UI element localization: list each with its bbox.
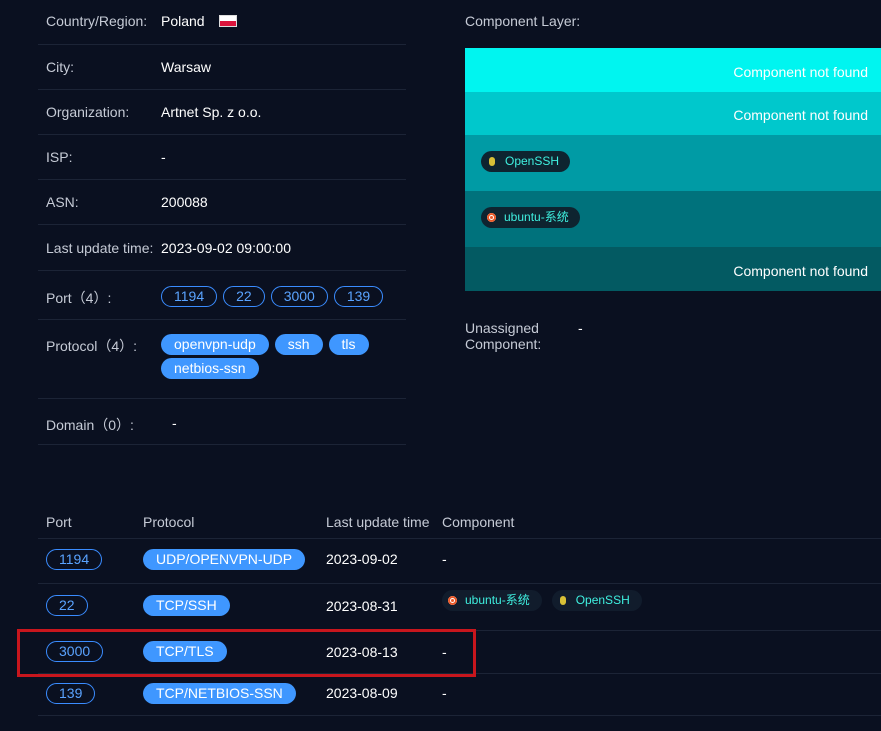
organization-label: Organization:	[46, 104, 130, 120]
component-layer-5: Component not found	[465, 247, 881, 291]
openssh-chip-label: OpenSSH	[575, 593, 630, 607]
info-row-city: City: Warsaw	[38, 44, 406, 90]
poland-flag-icon	[218, 15, 237, 27]
openssh-chip-label: OpenSSH	[505, 154, 560, 168]
update-time-label: Last update time:	[46, 240, 154, 256]
row-update-time: 2023-08-31	[326, 598, 398, 614]
organization-value: Artnet Sp. z o.o.	[161, 104, 262, 120]
ubuntu-chip-label: ubuntu-系统	[465, 593, 530, 607]
port-tag-139[interactable]: 139	[333, 286, 384, 307]
row-port-tag[interactable]: 1194	[46, 549, 103, 570]
asn-value[interactable]: 200088	[161, 194, 208, 210]
info-row-country: Country/Region: Poland	[38, 0, 406, 45]
protocol-label: Protocol（4）:	[46, 338, 138, 354]
row-components: ubuntu-系统 OpenSSH	[442, 590, 652, 611]
col-header-port: Port	[46, 514, 72, 530]
ubuntu-chip[interactable]: ubuntu-系统	[442, 590, 542, 611]
table-row: 139 TCP/NETBIOS-SSN 2023-08-09 -	[38, 673, 881, 716]
port-tag-22[interactable]: 22	[223, 286, 265, 307]
port-tags: 1194 22 3000 139	[161, 286, 384, 307]
table-row: 22 TCP/SSH 2023-08-31 ubuntu-系统 OpenSSH	[38, 583, 881, 631]
info-row-update-time: Last update time: 2023-09-02 09:00:00	[38, 224, 406, 271]
table-row: 1194 UDP/OPENVPN-UDP 2023-09-02 -	[38, 539, 881, 584]
component-layer-title: Component Layer:	[465, 13, 581, 29]
openssh-icon	[559, 596, 566, 605]
city-value: Warsaw	[161, 59, 212, 75]
ubuntu-chip-label: ubuntu-系统	[504, 210, 569, 224]
isp-value: -	[161, 149, 166, 165]
component-layer-2: Component not found	[465, 92, 881, 135]
row-protocol-tag[interactable]: TCP/SSH	[143, 595, 230, 616]
info-row-asn: ASN: 200088	[38, 179, 406, 225]
country-label: Country/Region:	[46, 13, 148, 29]
country-value: Poland	[161, 13, 237, 29]
highlight-box	[17, 629, 476, 677]
ubuntu-icon	[487, 213, 496, 222]
openssh-chip[interactable]: OpenSSH	[551, 590, 642, 611]
col-header-component: Component	[442, 514, 515, 530]
ubuntu-chip[interactable]: ubuntu-系统	[481, 207, 580, 228]
domain-value: -	[172, 415, 177, 431]
info-row-ports: Port（4）: 1194 22 3000 139	[38, 270, 406, 320]
protocol-tag-ssh[interactable]: ssh	[274, 334, 323, 355]
update-time-value: 2023-09-02 09:00:00	[161, 240, 291, 256]
info-row-domain: Domain（0）: -	[38, 398, 406, 445]
component-not-found-text: Component not found	[733, 263, 868, 279]
port-tag-3000[interactable]: 3000	[270, 286, 328, 307]
component-not-found-text: Component not found	[733, 107, 868, 123]
row-component: -	[442, 685, 447, 701]
openssh-icon	[489, 157, 495, 166]
port-label: Port（4）:	[46, 290, 112, 306]
protocol-tag-tls[interactable]: tls	[328, 334, 369, 355]
info-row-organization: Organization: Artnet Sp. z o.o.	[38, 89, 406, 135]
country-name: Poland	[161, 13, 205, 29]
unassigned-component-label: Unassigned Component:	[465, 320, 542, 352]
row-protocol-tag[interactable]: UDP/OPENVPN-UDP	[143, 549, 306, 570]
asn-label: ASN:	[46, 194, 79, 210]
city-label: City:	[46, 59, 74, 75]
info-row-protocols: Protocol（4）: openvpn-udp ssh tls netbios-s…	[38, 319, 406, 399]
unassigned-component-value: -	[578, 320, 583, 336]
port-tag-1194[interactable]: 1194	[161, 286, 218, 307]
row-port-tag[interactable]: 139	[46, 683, 96, 704]
row-port-tag[interactable]: 22	[46, 595, 88, 616]
domain-label: Domain（0）:	[46, 417, 134, 433]
isp-label: ISP:	[46, 149, 73, 165]
protocol-tag-openvpn-udp[interactable]: openvpn-udp	[161, 334, 269, 355]
component-layer-1: Component not found	[465, 48, 881, 92]
row-protocol-tag[interactable]: TCP/NETBIOS-SSN	[143, 683, 296, 704]
openssh-chip[interactable]: OpenSSH	[481, 151, 571, 172]
component-layer-4: ubuntu-系统	[465, 191, 881, 247]
row-update-time: 2023-08-09	[326, 685, 398, 701]
col-header-last-update: Last update time	[326, 514, 430, 530]
component-layer-3: OpenSSH	[465, 135, 881, 191]
row-update-time: 2023-09-02	[326, 551, 398, 567]
col-header-protocol: Protocol	[143, 514, 195, 530]
protocol-tag-netbios-ssn[interactable]: netbios-ssn	[161, 358, 259, 379]
component-not-found-text: Component not found	[733, 64, 868, 80]
protocol-tags: openvpn-udp ssh tls netbios-ssn	[161, 334, 401, 379]
row-component: -	[442, 551, 447, 567]
ubuntu-icon	[448, 596, 457, 605]
info-row-isp: ISP: -	[38, 134, 406, 180]
